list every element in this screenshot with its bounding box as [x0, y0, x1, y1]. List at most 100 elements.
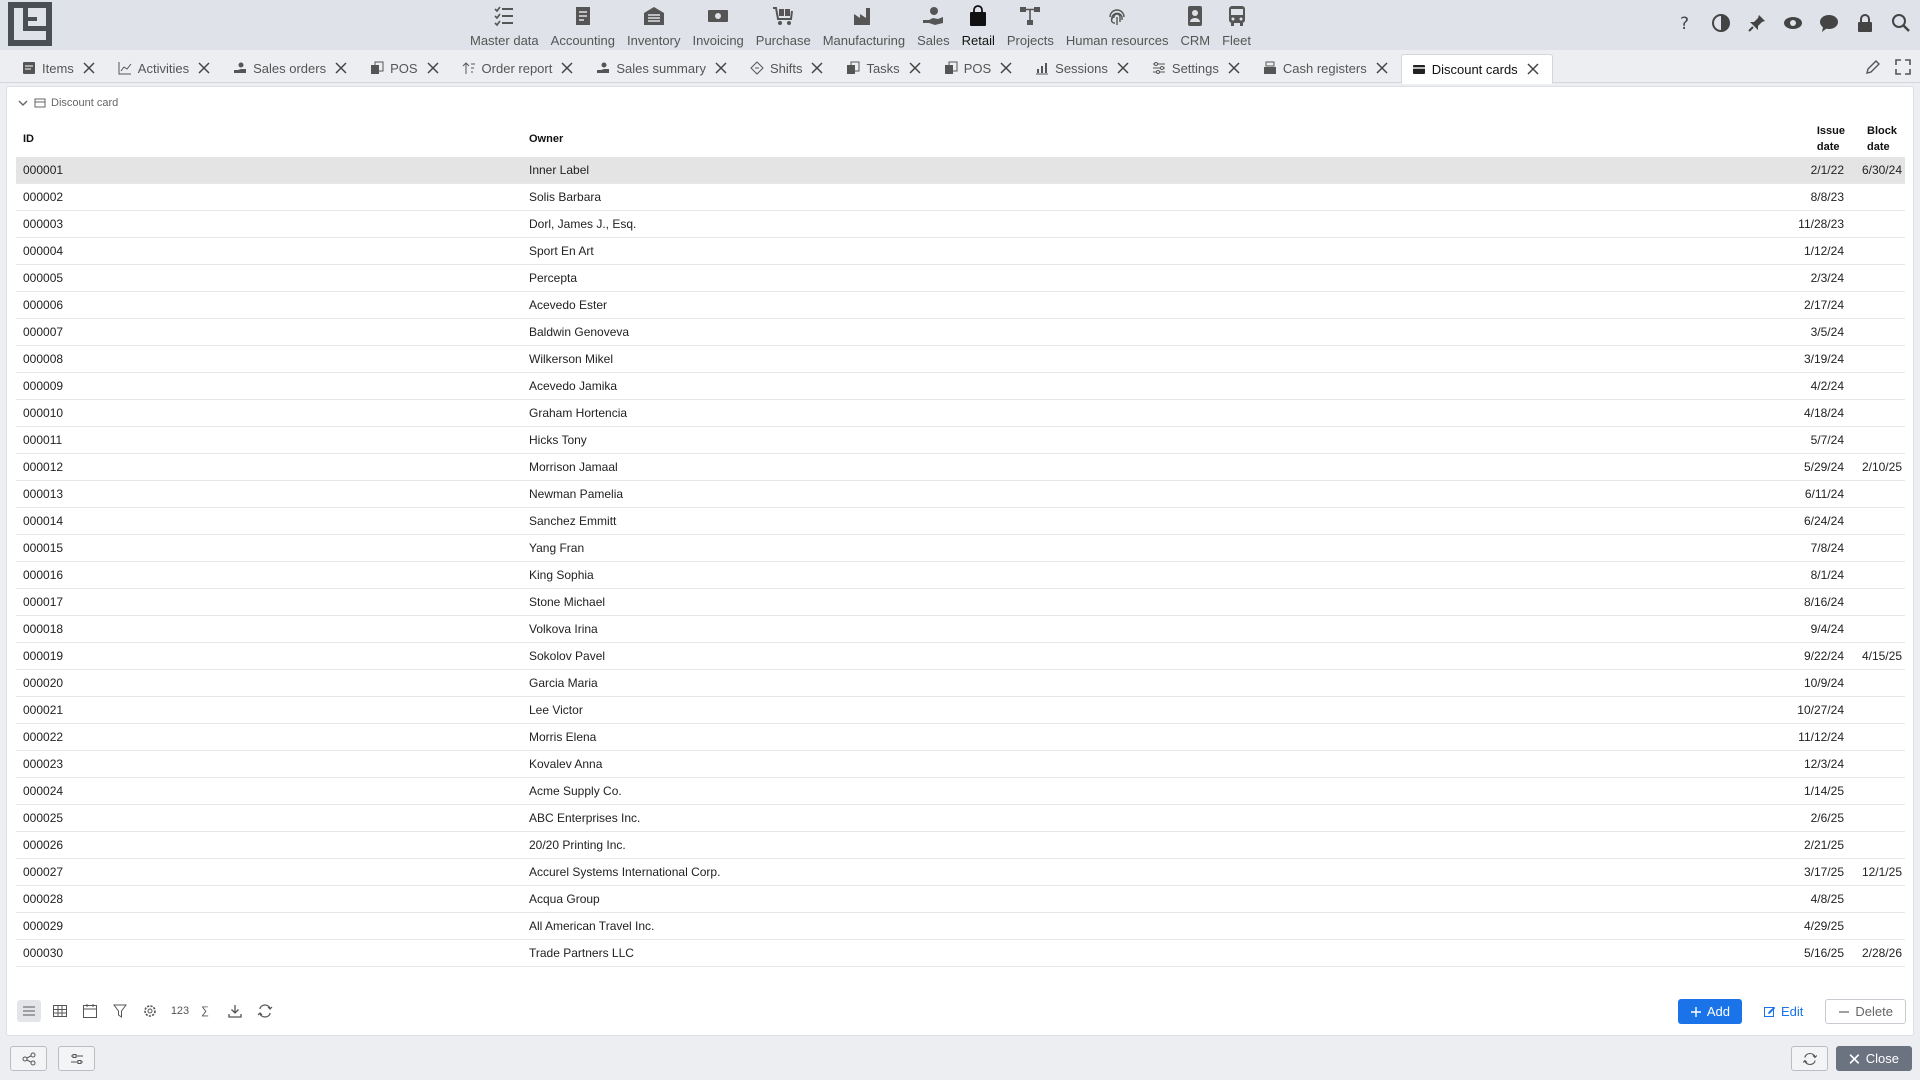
- column-header-id[interactable]: ID: [23, 131, 34, 147]
- tab-close-icon[interactable]: [1116, 61, 1130, 75]
- tab-activities[interactable]: Activities: [108, 54, 223, 82]
- tab-close-icon[interactable]: [714, 61, 728, 75]
- table-row[interactable]: 000001 Inner Label 2/1/22 6/30/24: [16, 157, 1905, 184]
- table-row[interactable]: 000009 Acevedo Jamika 4/2/24: [16, 373, 1905, 400]
- eye-icon[interactable]: [1782, 12, 1804, 34]
- tab-close-icon[interactable]: [908, 61, 922, 75]
- share-button[interactable]: [10, 1046, 47, 1071]
- tab-pos[interactable]: POS: [360, 54, 451, 82]
- table-row[interactable]: 000011 Hicks Tony 5/7/24: [16, 427, 1905, 454]
- download-icon[interactable]: [224, 1000, 246, 1022]
- pin-icon[interactable]: [1746, 12, 1768, 34]
- table-row[interactable]: 000027 Accurel Systems International Corp…: [16, 859, 1905, 886]
- table-row[interactable]: 000012 Morrison Jamaal 5/29/24 2/10/25: [16, 454, 1905, 481]
- module-human-resources[interactable]: Human resources: [1060, 0, 1175, 50]
- add-button[interactable]: Add: [1677, 999, 1743, 1024]
- table-row[interactable]: 000003 Dorl, James J., Esq. 11/28/23: [16, 211, 1905, 238]
- tab-items[interactable]: Items: [12, 54, 108, 82]
- pivot-view-icon[interactable]: [49, 1000, 71, 1022]
- app-logo[interactable]: [8, 2, 52, 46]
- table-row[interactable]: 000018 Volkova Irina 9/4/24: [16, 616, 1905, 643]
- table-row[interactable]: 000030 Trade Partners LLC 5/16/25 2/28/26: [16, 940, 1905, 967]
- table-row[interactable]: 000004 Sport En Art 1/12/24: [16, 238, 1905, 265]
- form-settings-button[interactable]: [58, 1046, 95, 1071]
- tab-close-icon[interactable]: [999, 61, 1013, 75]
- column-header-owner[interactable]: Owner: [529, 131, 563, 147]
- tab-close-icon[interactable]: [560, 61, 574, 75]
- table-row[interactable]: 000010 Graham Hortencia 4/18/24: [16, 400, 1905, 427]
- table-row[interactable]: 000024 Acme Supply Co. 1/14/25: [16, 778, 1905, 805]
- module-master-data[interactable]: Master data: [464, 0, 545, 50]
- tab-shifts[interactable]: Shifts: [740, 54, 837, 82]
- refresh-icon[interactable]: [254, 1000, 276, 1022]
- module-purchase[interactable]: Purchase: [750, 0, 817, 50]
- table-row[interactable]: 000025 ABC Enterprises Inc. 2/6/25: [16, 805, 1905, 832]
- contrast-icon[interactable]: [1710, 12, 1732, 34]
- module-retail[interactable]: Retail: [956, 0, 1001, 50]
- table-row[interactable]: 000023 Kovalev Anna 12/3/24: [16, 751, 1905, 778]
- settings-icon[interactable]: [139, 1000, 161, 1022]
- table-row[interactable]: 000016 King Sophia 8/1/24: [16, 562, 1905, 589]
- table-row[interactable]: 000021 Lee Victor 10/27/24: [16, 697, 1905, 724]
- table-row[interactable]: 000007 Baldwin Genoveva 3/5/24: [16, 319, 1905, 346]
- column-header-block-date[interactable]: Block date: [1867, 123, 1897, 155]
- table-row[interactable]: 000005 Percepta 2/3/24: [16, 265, 1905, 292]
- tab-close-icon[interactable]: [1526, 62, 1540, 76]
- list-view-icon[interactable]: [17, 1000, 41, 1022]
- module-invoicing[interactable]: Invoicing: [686, 0, 749, 50]
- column-header-issue-date[interactable]: Issue date: [1817, 123, 1845, 155]
- module-accounting[interactable]: Accounting: [545, 0, 621, 50]
- table-row[interactable]: 000015 Yang Fran 7/8/24: [16, 535, 1905, 562]
- calendar-view-icon[interactable]: [79, 1000, 101, 1022]
- cell-owner: Percepta: [529, 271, 578, 285]
- reload-button[interactable]: [1791, 1046, 1828, 1071]
- tab-order-report[interactable]: Order report: [452, 54, 587, 82]
- module-fleet[interactable]: Fleet: [1216, 0, 1257, 50]
- table-row[interactable]: 000008 Wilkerson Mikel 3/19/24: [16, 346, 1905, 373]
- tab-close-icon[interactable]: [82, 61, 96, 75]
- tab-sessions[interactable]: Sessions: [1025, 54, 1142, 82]
- tab-tasks[interactable]: Tasks: [836, 54, 933, 82]
- panel-header[interactable]: Discount card: [17, 97, 118, 109]
- module-projects[interactable]: Projects: [1001, 0, 1060, 50]
- tab-cash-registers[interactable]: Cash registers: [1253, 54, 1401, 82]
- tab-close-icon[interactable]: [334, 61, 348, 75]
- tab-sales-orders[interactable]: Sales orders: [223, 54, 360, 82]
- table-row[interactable]: 000020 Garcia Maria 10/9/24: [16, 670, 1905, 697]
- tab-close-icon[interactable]: [197, 61, 211, 75]
- tab-settings[interactable]: Settings: [1142, 54, 1253, 82]
- table-row[interactable]: 000029 All American Travel Inc. 4/29/25: [16, 913, 1905, 940]
- edit-button[interactable]: Edit: [1752, 999, 1815, 1024]
- search-icon[interactable]: [1890, 12, 1912, 34]
- module-crm[interactable]: CRM: [1174, 0, 1216, 50]
- tab-close-icon[interactable]: [810, 61, 824, 75]
- lock-icon[interactable]: [1854, 12, 1876, 34]
- table-row[interactable]: 000014 Sanchez Emmitt 6/24/24: [16, 508, 1905, 535]
- table-row[interactable]: 000002 Solis Barbara 8/8/23: [16, 184, 1905, 211]
- table-row[interactable]: 000017 Stone Michael 8/16/24: [16, 589, 1905, 616]
- tab-sales-summary[interactable]: Sales summary: [586, 54, 740, 82]
- cell-owner: Stone Michael: [529, 595, 606, 609]
- table-row[interactable]: 000022 Morris Elena 11/12/24: [16, 724, 1905, 751]
- tab-discount-cards[interactable]: Discount cards: [1400, 54, 1553, 84]
- tab-close-icon[interactable]: [1375, 61, 1389, 75]
- module-inventory[interactable]: Inventory: [621, 0, 686, 50]
- table-row[interactable]: 000013 Newman Pamelia 6/11/24: [16, 481, 1905, 508]
- tab-pos[interactable]: POS: [934, 54, 1025, 82]
- delete-button[interactable]: Delete: [1825, 999, 1906, 1024]
- chat-icon[interactable]: [1818, 12, 1840, 34]
- module-sales[interactable]: Sales: [911, 0, 956, 50]
- row-count-toggle[interactable]: 123 ∑: [169, 1000, 216, 1022]
- table-row[interactable]: 000026 20/20 Printing Inc. 2/21/25: [16, 832, 1905, 859]
- tab-close-icon[interactable]: [426, 61, 440, 75]
- table-row[interactable]: 000019 Sokolov Pavel 9/22/24 4/15/25: [16, 643, 1905, 670]
- filter-icon[interactable]: [109, 1000, 131, 1022]
- edit-layout-icon[interactable]: [1864, 58, 1882, 76]
- help-icon[interactable]: ?: [1674, 12, 1696, 34]
- table-row[interactable]: 000006 Acevedo Ester 2/17/24: [16, 292, 1905, 319]
- module-manufacturing[interactable]: Manufacturing: [817, 0, 911, 50]
- tab-close-icon[interactable]: [1227, 61, 1241, 75]
- fullscreen-icon[interactable]: [1894, 58, 1912, 76]
- table-row[interactable]: 000028 Acqua Group 4/8/25: [16, 886, 1905, 913]
- close-button[interactable]: Close: [1836, 1046, 1912, 1071]
